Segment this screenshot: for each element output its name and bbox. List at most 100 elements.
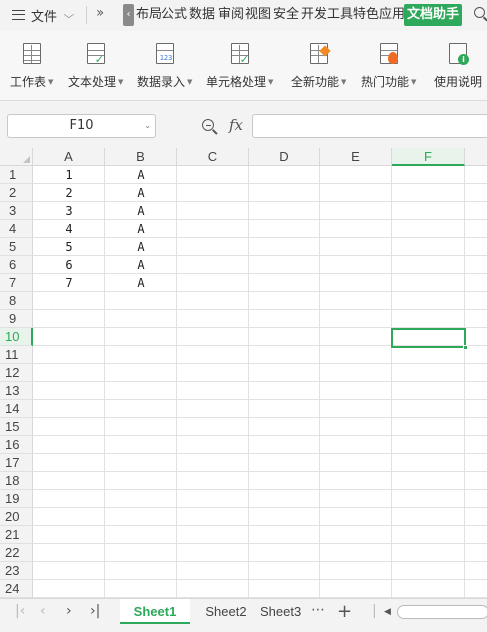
new-feature-button[interactable]: 全新功能 ▼: [291, 41, 346, 90]
row-header-23[interactable]: 23: [0, 562, 33, 580]
tab-developer[interactable]: 开发工具: [301, 6, 353, 24]
row-header-20[interactable]: 20: [0, 508, 33, 526]
row-header-19[interactable]: 19: [0, 490, 33, 508]
ribbon-toolbar: 工作表 ▼ ✓ 文本处理 ▼ 123 数据录入 ▼ ✓ 单元格处理 ▼ 全新功能…: [0, 31, 487, 101]
cell-process-button[interactable]: ✓ 单元格处理 ▼: [206, 41, 273, 90]
formula-input[interactable]: [252, 114, 487, 138]
row-header-16[interactable]: 16: [0, 436, 33, 454]
next-sheet-icon[interactable]: ›: [66, 603, 72, 619]
tab-document-assistant[interactable]: 文档助手: [404, 4, 463, 26]
text-process-button[interactable]: ✓ 文本处理 ▼: [68, 41, 123, 90]
cell-b1[interactable]: A: [105, 166, 177, 184]
tab-formula[interactable]: 公式: [161, 6, 187, 24]
row-header-11[interactable]: 11: [0, 346, 33, 364]
chevron-down-icon[interactable]: ⌄: [144, 115, 151, 137]
search-icon[interactable]: [474, 7, 485, 18]
cell-a2[interactable]: 2: [33, 184, 105, 202]
column-gridline: [391, 166, 392, 598]
row-header-2[interactable]: 2: [0, 184, 33, 202]
row-header-18[interactable]: 18: [0, 472, 33, 490]
row-header-12[interactable]: 12: [0, 364, 33, 382]
text-process-label: 文本处理: [68, 75, 117, 89]
column-header-e[interactable]: E: [320, 148, 392, 166]
row-header-15[interactable]: 15: [0, 418, 33, 436]
name-box[interactable]: F10 ⌄: [7, 114, 156, 138]
row-header-9[interactable]: 9: [0, 310, 33, 328]
cell-a7[interactable]: 7: [33, 274, 105, 292]
scroll-left-icon[interactable]: |: [372, 603, 377, 619]
tab-data[interactable]: 数据: [189, 6, 215, 24]
cell-a6[interactable]: 6: [33, 256, 105, 274]
new-feature-icon: [306, 41, 332, 67]
cell-a4[interactable]: 4: [33, 220, 105, 238]
horizontal-scrollbar[interactable]: [397, 605, 487, 619]
cell-a3[interactable]: 3: [33, 202, 105, 220]
row-header-8[interactable]: 8: [0, 292, 33, 310]
row-header-14[interactable]: 14: [0, 400, 33, 418]
data-entry-button[interactable]: 123 数据录入 ▼: [137, 41, 192, 90]
expand-tabs-icon[interactable]: ››: [96, 5, 104, 21]
column-gridline: [248, 166, 249, 598]
column-gridline: [464, 166, 465, 598]
name-box-value: F10: [69, 118, 94, 133]
cell-b4[interactable]: A: [105, 220, 177, 238]
active-cell-selection[interactable]: [391, 328, 468, 350]
row-header-21[interactable]: 21: [0, 526, 33, 544]
help-doc-button[interactable]: i 使用说明: [434, 41, 482, 90]
cell-b6[interactable]: A: [105, 256, 177, 274]
column-header-a[interactable]: A: [33, 148, 105, 166]
hot-feature-button[interactable]: 热门功能 ▼: [361, 41, 416, 90]
cell-b5[interactable]: A: [105, 238, 177, 256]
sheet-tab-sheet1[interactable]: Sheet1: [120, 599, 190, 624]
file-menu-label: 文件: [31, 9, 58, 25]
menu-bar: 文件 ⌵ ›› ‹ 布局 公式 数据 审阅 视图 安全 开发工具 特色应用 文档…: [0, 0, 487, 30]
row-header-17[interactable]: 17: [0, 454, 33, 472]
row-header-7[interactable]: 7: [0, 274, 33, 292]
function-icon[interactable]: fx: [229, 116, 243, 134]
file-menu-button[interactable]: 文件 ⌵: [12, 6, 74, 25]
row-header-3[interactable]: 3: [0, 202, 33, 220]
last-sheet-icon[interactable]: ›|: [90, 603, 100, 619]
add-sheet-icon[interactable]: +: [337, 601, 352, 622]
prev-sheet-icon[interactable]: ‹: [40, 603, 46, 619]
tab-view[interactable]: 视图: [245, 6, 271, 24]
column-header-b[interactable]: B: [105, 148, 177, 166]
cell-b3[interactable]: A: [105, 202, 177, 220]
help-doc-label: 使用说明: [434, 75, 483, 89]
cell-a5[interactable]: 5: [33, 238, 105, 256]
row-header-24[interactable]: 24: [0, 580, 33, 598]
worksheet-button[interactable]: 工作表 ▼: [10, 41, 53, 90]
row-header-10[interactable]: 10: [0, 328, 33, 346]
sheet-tab-sheet2[interactable]: Sheet2: [196, 599, 256, 624]
more-sheets-icon[interactable]: ⋯: [311, 602, 325, 618]
select-all-corner[interactable]: [0, 148, 33, 166]
scroll-tabs-left-button[interactable]: ‹: [123, 4, 134, 26]
first-sheet-icon[interactable]: |‹: [15, 603, 25, 619]
column-header-overflow[interactable]: [465, 148, 487, 166]
tab-security[interactable]: 安全: [273, 6, 299, 24]
spreadsheet-grid[interactable]: ABCDEF 1 2 3 4 5 6 7 8 9 10 11 12 13 14 15 16 17 18 19 20 21…: [0, 148, 487, 598]
row-header-6[interactable]: 6: [0, 256, 33, 274]
row-gridline: [33, 435, 487, 436]
tab-special-apps[interactable]: 特色应用: [353, 6, 405, 24]
tab-review[interactable]: 审阅: [218, 6, 244, 24]
cell-b2[interactable]: A: [105, 184, 177, 202]
tab-layout[interactable]: 布局: [136, 6, 162, 24]
scroll-left-arrow-icon[interactable]: ◀: [384, 607, 391, 617]
row-header-4[interactable]: 4: [0, 220, 33, 238]
zoom-icon[interactable]: [202, 119, 214, 131]
column-header-c[interactable]: C: [177, 148, 249, 166]
sheet-tab-sheet3[interactable]: Sheet3: [260, 599, 302, 624]
column-header-d[interactable]: D: [249, 148, 320, 166]
row-header-1[interactable]: 1: [0, 166, 33, 184]
column-header-f[interactable]: F: [392, 148, 465, 166]
fill-handle[interactable]: [463, 345, 468, 350]
row-header-13[interactable]: 13: [0, 382, 33, 400]
row-header-22[interactable]: 22: [0, 544, 33, 562]
row-gridline: [33, 417, 487, 418]
row-header-5[interactable]: 5: [0, 238, 33, 256]
data-entry-icon: 123: [152, 41, 178, 67]
cell-b7[interactable]: A: [105, 274, 177, 292]
status-bar: [0, 624, 487, 632]
cell-a1[interactable]: 1: [33, 166, 105, 184]
